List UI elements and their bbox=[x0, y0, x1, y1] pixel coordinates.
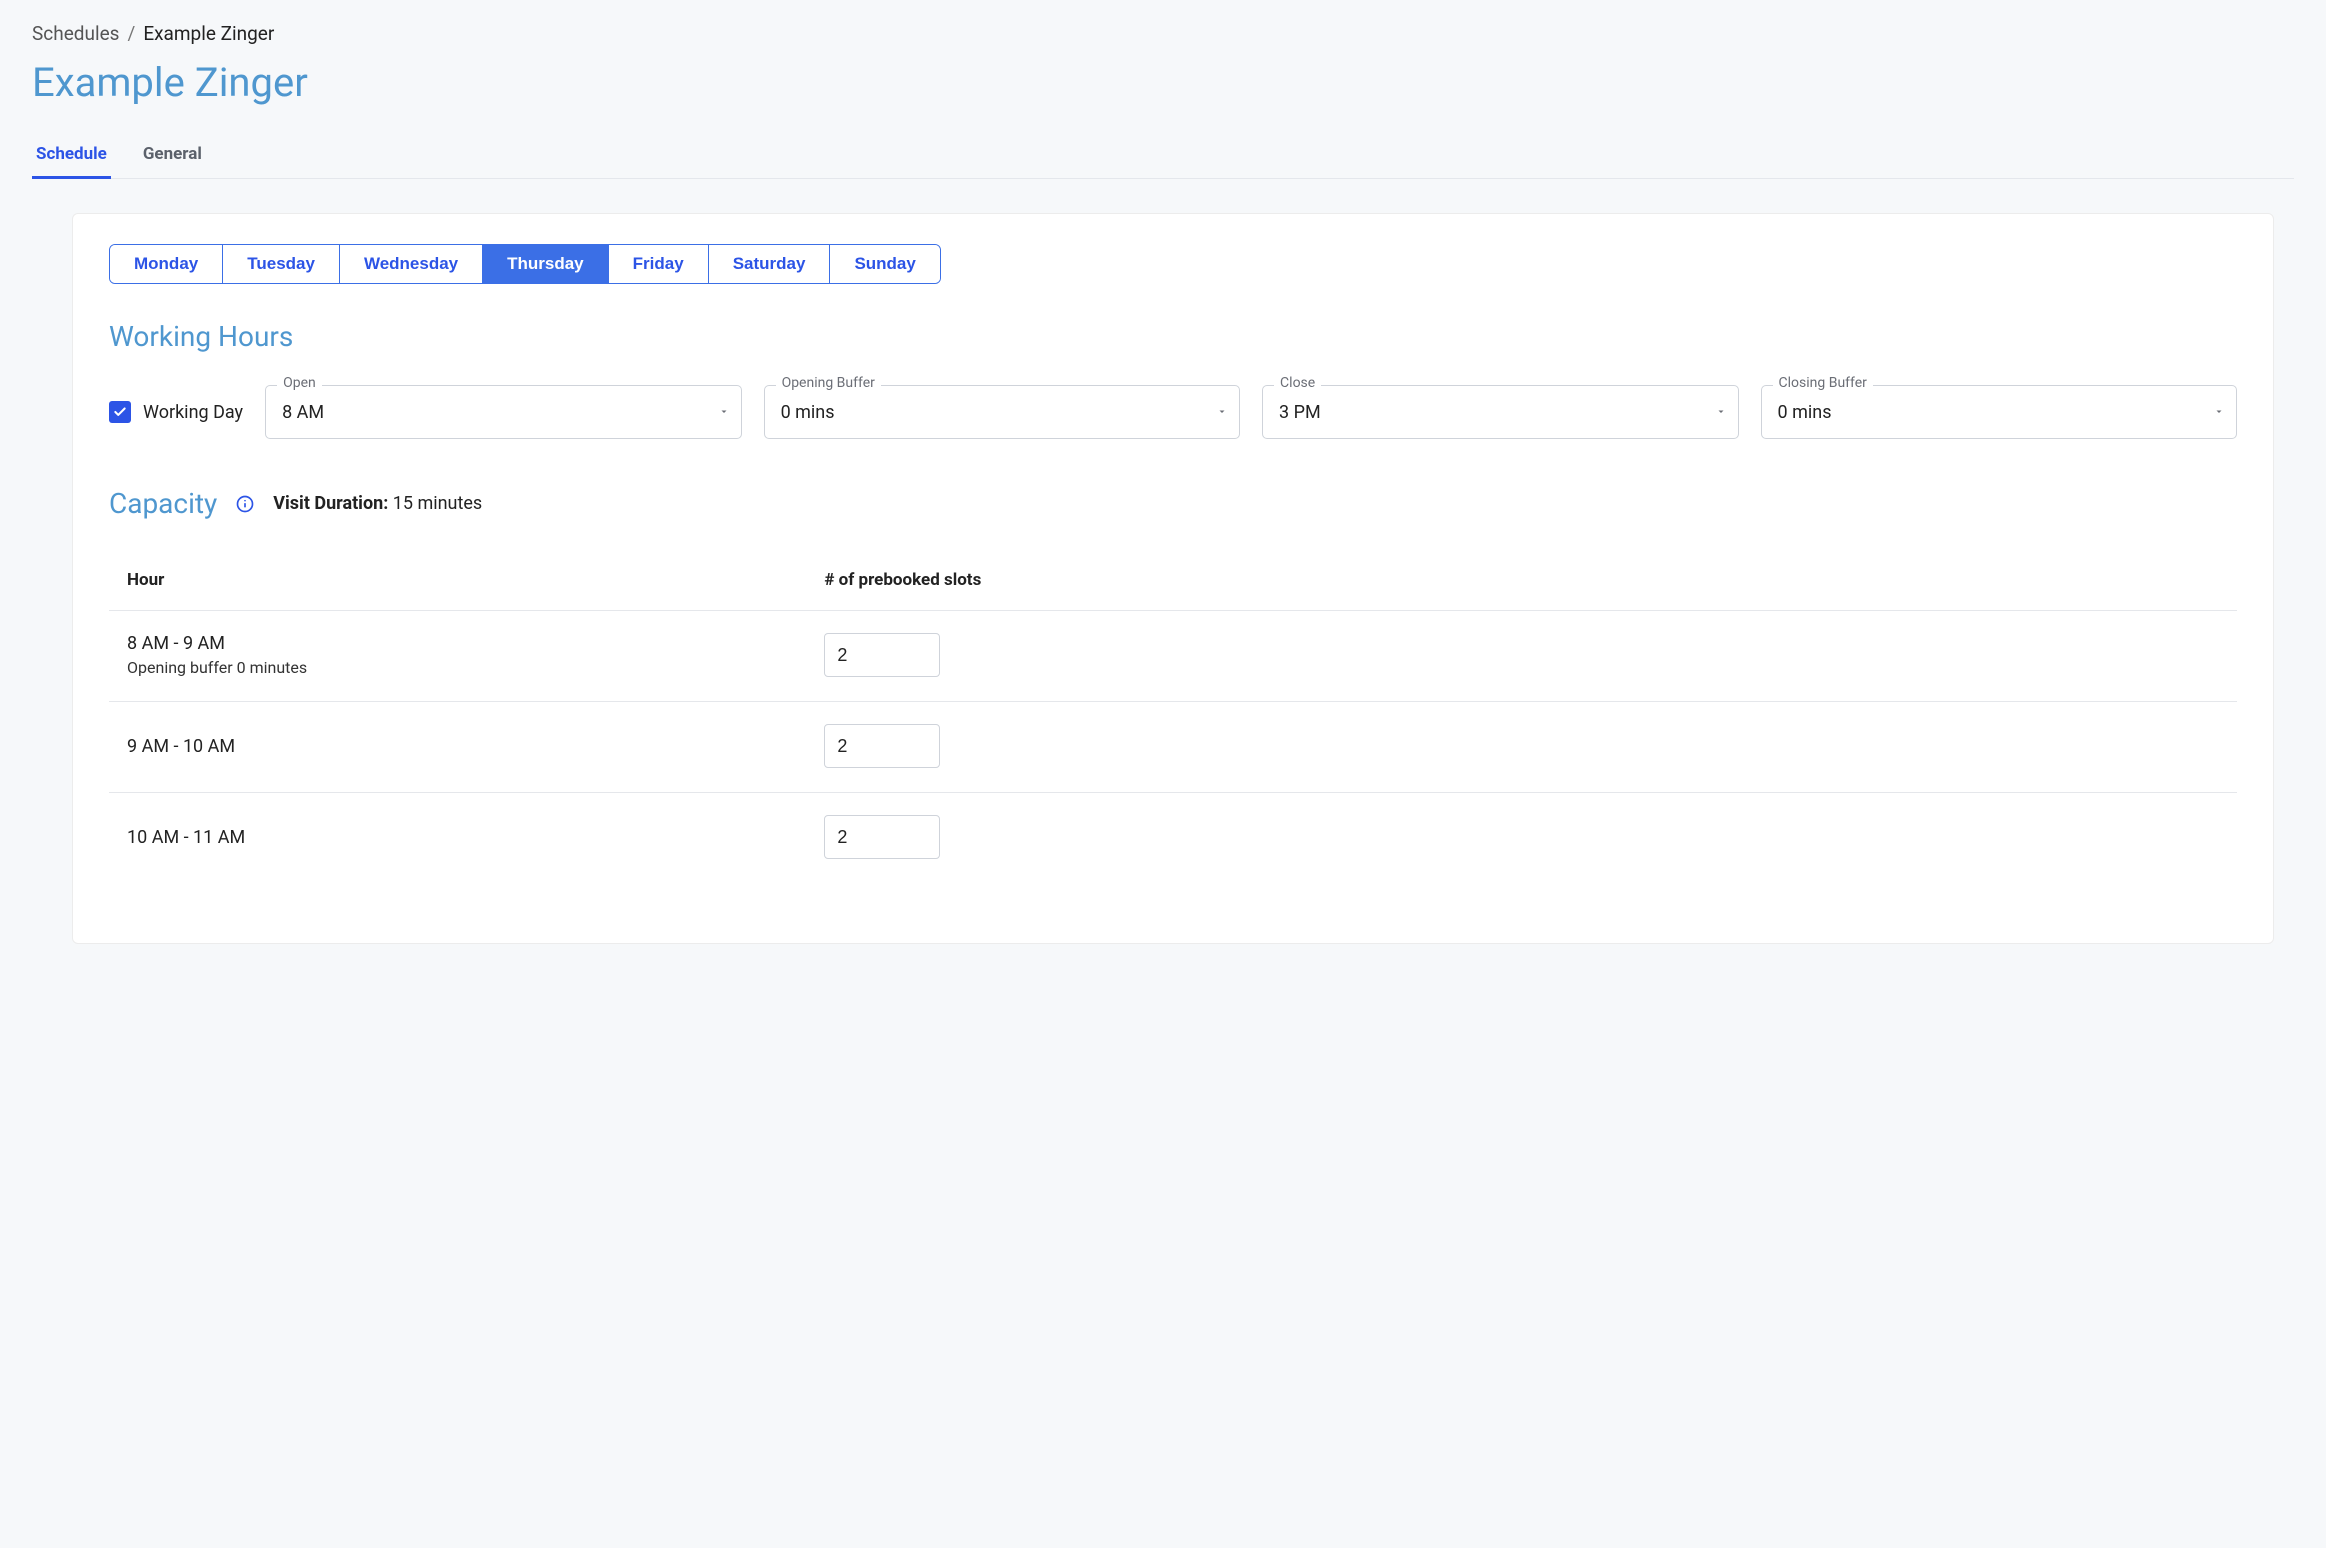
content-tabs: Schedule General bbox=[32, 136, 2294, 179]
opening-buffer-label: Opening Buffer bbox=[776, 375, 881, 391]
close-label: Close bbox=[1274, 375, 1321, 391]
chevron-down-icon bbox=[2213, 402, 2225, 423]
closing-buffer-select[interactable]: 0 mins bbox=[1761, 385, 2237, 439]
day-tab-sunday[interactable]: Sunday bbox=[830, 245, 939, 283]
chevron-down-icon bbox=[1216, 402, 1228, 423]
tab-schedule[interactable]: Schedule bbox=[32, 136, 111, 179]
open-select[interactable]: 8 AM bbox=[265, 385, 741, 439]
capacity-table: Hour # of prebooked slots 8 AM - 9 AM Op… bbox=[109, 556, 2237, 883]
close-value: 3 PM bbox=[1279, 402, 1321, 423]
open-value: 8 AM bbox=[282, 402, 324, 423]
close-field: Close 3 PM bbox=[1262, 385, 1738, 439]
capacity-heading: Capacity bbox=[109, 487, 217, 520]
table-row: 10 AM - 11 AM bbox=[109, 793, 2237, 883]
slots-input[interactable] bbox=[824, 724, 940, 768]
day-tab-saturday[interactable]: Saturday bbox=[709, 245, 831, 283]
working-day-label: Working Day bbox=[143, 402, 243, 423]
closing-buffer-field: Closing Buffer 0 mins bbox=[1761, 385, 2237, 439]
table-row: 8 AM - 9 AM Opening buffer 0 minutes bbox=[109, 611, 2237, 702]
breadcrumb-separator: / bbox=[127, 22, 135, 45]
close-select[interactable]: 3 PM bbox=[1262, 385, 1738, 439]
open-label: Open bbox=[277, 375, 322, 391]
col-hour: Hour bbox=[127, 570, 824, 590]
slots-input[interactable] bbox=[824, 633, 940, 677]
open-field: Open 8 AM bbox=[265, 385, 741, 439]
chevron-down-icon bbox=[718, 402, 730, 423]
schedule-card: Monday Tuesday Wednesday Thursday Friday… bbox=[72, 213, 2274, 944]
opening-buffer-field: Opening Buffer 0 mins bbox=[764, 385, 1240, 439]
visit-duration-label: Visit Duration: bbox=[273, 493, 388, 514]
chevron-down-icon bbox=[1715, 402, 1727, 423]
day-tab-monday[interactable]: Monday bbox=[110, 245, 223, 283]
working-day-checkbox[interactable] bbox=[109, 401, 131, 423]
day-tab-wednesday[interactable]: Wednesday bbox=[340, 245, 483, 283]
hour-range: 10 AM - 11 AM bbox=[127, 827, 824, 848]
hour-range: 8 AM - 9 AM bbox=[127, 633, 824, 654]
day-tab-thursday[interactable]: Thursday bbox=[483, 245, 609, 283]
check-icon bbox=[113, 405, 127, 419]
working-hours-heading: Working Hours bbox=[109, 320, 2237, 353]
slots-input[interactable] bbox=[824, 815, 940, 859]
capacity-table-header: Hour # of prebooked slots bbox=[109, 556, 2237, 611]
hour-range: 9 AM - 10 AM bbox=[127, 736, 824, 757]
day-tab-friday[interactable]: Friday bbox=[609, 245, 709, 283]
closing-buffer-label: Closing Buffer bbox=[1773, 375, 1873, 391]
info-icon[interactable] bbox=[235, 494, 255, 514]
day-tabs: Monday Tuesday Wednesday Thursday Friday… bbox=[109, 244, 941, 284]
opening-buffer-value: 0 mins bbox=[781, 402, 835, 423]
closing-buffer-value: 0 mins bbox=[1778, 402, 1832, 423]
page-title: Example Zinger bbox=[32, 59, 2294, 106]
working-hours-row: Working Day Open 8 AM Opening Buffer 0 m… bbox=[109, 385, 2237, 439]
opening-buffer-select[interactable]: 0 mins bbox=[764, 385, 1240, 439]
day-tab-tuesday[interactable]: Tuesday bbox=[223, 245, 340, 283]
table-row: 9 AM - 10 AM bbox=[109, 702, 2237, 793]
breadcrumb-root-link[interactable]: Schedules bbox=[32, 22, 119, 45]
visit-duration-value: 15 minutes bbox=[393, 493, 482, 514]
breadcrumb: Schedules / Example Zinger bbox=[32, 22, 2294, 45]
hour-sub: Opening buffer 0 minutes bbox=[127, 658, 824, 677]
col-slots: # of prebooked slots bbox=[824, 570, 2219, 590]
breadcrumb-current: Example Zinger bbox=[143, 22, 274, 45]
tab-general[interactable]: General bbox=[139, 136, 206, 179]
capacity-head-row: Capacity Visit Duration: 15 minutes bbox=[109, 487, 2237, 520]
visit-duration: Visit Duration: 15 minutes bbox=[273, 493, 482, 514]
